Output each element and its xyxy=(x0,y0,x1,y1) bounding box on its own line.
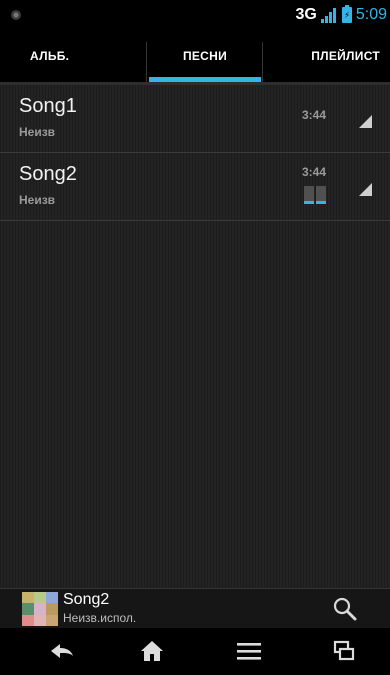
network-type: 3G xyxy=(295,6,317,23)
tab-songs-label: ПЕСНИ xyxy=(182,49,228,63)
song-artist: Неизв xyxy=(19,193,56,207)
list-item[interactable]: Song1 Неизв 3:44 xyxy=(0,85,390,153)
list-item[interactable]: Song2 Неизв 3:44 xyxy=(0,153,390,221)
battery-bolt-glyph: ⚡ xyxy=(343,10,351,20)
song-artist: Неизв xyxy=(19,125,56,139)
album-art[interactable] xyxy=(22,592,58,626)
clock: 5:09 xyxy=(355,6,387,23)
search-icon[interactable] xyxy=(330,595,360,625)
equalizer-icon xyxy=(304,184,326,204)
overflow-triangle-icon[interactable] xyxy=(359,115,372,128)
battery-charging-icon: ⚡ xyxy=(341,5,352,23)
tab-playlists[interactable]: ПЛЕЙЛИСТ xyxy=(263,30,390,82)
song-list[interactable]: Song1 Неизв 3:44 Song2 Неизв 3:44 xyxy=(0,82,390,588)
now-playing-artist: Неизв.испол. xyxy=(63,611,137,625)
home-icon[interactable] xyxy=(132,636,172,666)
navigation-bar xyxy=(0,628,390,675)
settings-dot-icon xyxy=(11,10,21,20)
tab-bar: АЛЬБ. ПЕСНИ ПЛЕЙЛИСТ xyxy=(0,30,390,82)
menu-icon[interactable] xyxy=(229,636,269,666)
tab-albums[interactable]: АЛЬБ. xyxy=(0,30,147,82)
song-duration: 3:44 xyxy=(302,108,327,122)
song-title: Song2 xyxy=(19,163,77,185)
status-bar: 3G ⚡ 5:09 xyxy=(0,0,390,30)
tab-albums-label: АЛЬБ. xyxy=(30,49,70,63)
song-title: Song1 xyxy=(19,95,77,117)
tab-songs[interactable]: ПЕСНИ xyxy=(147,30,264,82)
signal-icon xyxy=(320,7,338,23)
back-icon[interactable] xyxy=(42,636,82,666)
song-duration: 3:44 xyxy=(302,165,327,179)
overflow-triangle-icon[interactable] xyxy=(359,183,372,196)
status-right: 3G ⚡ 5:09 xyxy=(296,5,387,25)
now-playing-title: Song2 xyxy=(63,591,110,608)
now-playing-bar[interactable]: Song2 Неизв.испол. xyxy=(0,588,390,628)
recent-apps-icon[interactable] xyxy=(324,636,364,666)
tab-playlists-label: ПЛЕЙЛИСТ xyxy=(311,49,381,63)
